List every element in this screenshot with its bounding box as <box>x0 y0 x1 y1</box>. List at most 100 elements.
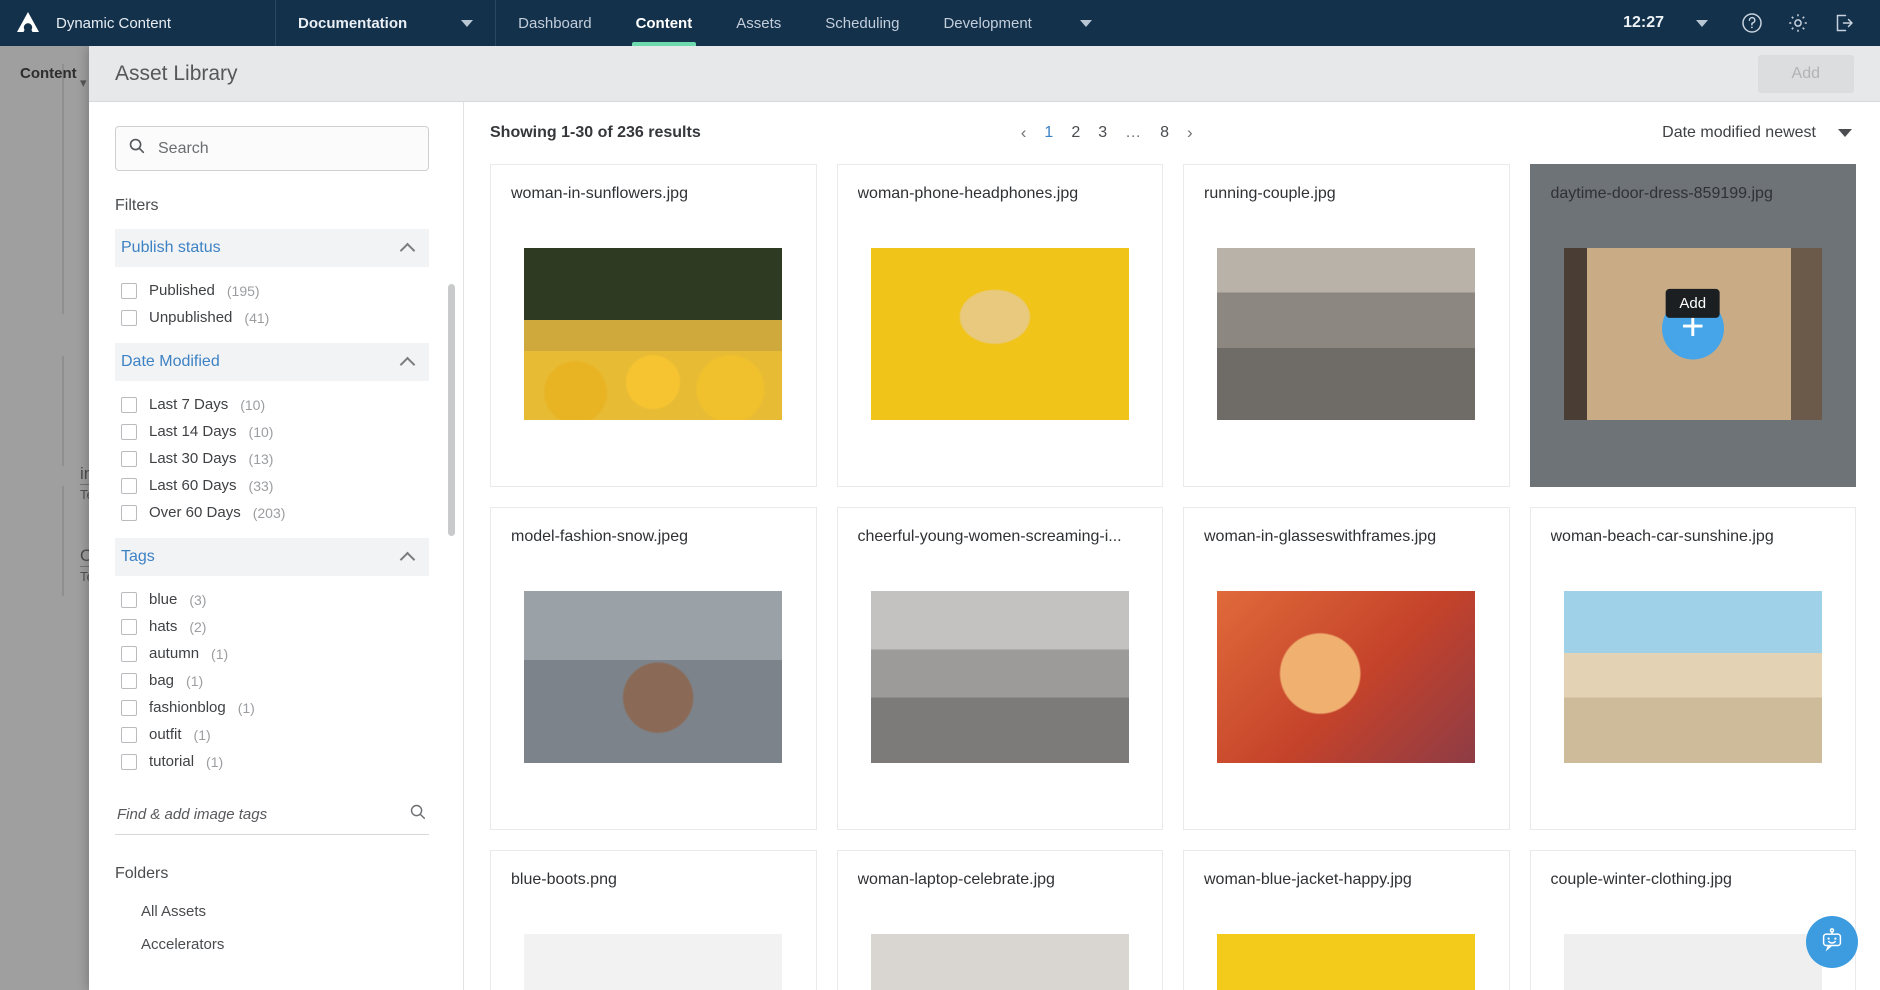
nav-item-dashboard[interactable]: Dashboard <box>496 0 613 46</box>
nav-item-documentation[interactable]: Documentation <box>276 0 495 46</box>
facet-tags-header[interactable]: Tags <box>115 538 429 576</box>
chevron-down-icon[interactable] <box>1696 19 1708 27</box>
facet-option-count: (1) <box>237 699 255 716</box>
sort-dropdown-value: Date modified newest <box>1662 124 1816 141</box>
facet-option-count: (10) <box>240 396 266 413</box>
checkbox[interactable] <box>121 396 137 413</box>
checkbox[interactable] <box>121 477 137 494</box>
facet-option-label: Last 14 Days <box>149 423 237 440</box>
facet-option-unpublished[interactable]: Unpublished (41) <box>121 304 429 331</box>
facet-option-outfit[interactable]: outfit (1) <box>121 721 429 748</box>
asset-card[interactable]: woman-blue-jacket-happy.jpg <box>1183 850 1510 990</box>
facet-option-last-30-days[interactable]: Last 30 Days (13) <box>121 445 429 472</box>
asset-card[interactable]: woman-beach-car-sunshine.jpg <box>1529 507 1856 830</box>
sort-dropdown[interactable]: Date modified newest <box>1662 124 1852 142</box>
pagination: ‹ 1 2 3 … 8 › <box>1021 123 1193 143</box>
asset-grid-scroll[interactable]: woman-in-sunflowers.jpg woman-phone-head… <box>464 164 1880 990</box>
checkbox[interactable] <box>121 504 137 521</box>
chatbot-button[interactable] <box>1806 916 1858 968</box>
help-circle-icon[interactable] <box>1740 11 1764 35</box>
facet-publish-status-header[interactable]: Publish status <box>115 229 429 267</box>
asset-thumbnail <box>870 933 1129 990</box>
checkbox[interactable] <box>121 591 137 608</box>
checkbox[interactable] <box>121 309 137 326</box>
logout-icon[interactable] <box>1832 11 1856 35</box>
asset-card[interactable]: woman-laptop-celebrate.jpg <box>836 850 1163 990</box>
facet-option-hats[interactable]: hats (2) <box>121 613 429 640</box>
chevron-down-icon <box>461 19 474 27</box>
checkbox[interactable] <box>121 282 137 299</box>
checkbox[interactable] <box>121 699 137 716</box>
brand-name: Dynamic Content <box>56 14 172 32</box>
tag-search-input[interactable] <box>117 806 409 823</box>
folders-label: Folders <box>115 865 169 882</box>
facet-option-published[interactable]: Published (195) <box>121 277 429 304</box>
add-button[interactable]: Add <box>1757 54 1854 93</box>
asset-card-title: blue-boots.png <box>511 871 617 888</box>
facet-option-tutorial[interactable]: tutorial (1) <box>121 748 429 775</box>
page-2-button[interactable]: 2 <box>1071 124 1080 142</box>
chevron-right-icon[interactable]: › <box>1187 123 1193 143</box>
asset-card-title: running-couple.jpg <box>1204 185 1336 202</box>
clock: 12:27 <box>1623 14 1664 31</box>
nav-item-scheduling[interactable]: Scheduling <box>803 0 921 46</box>
app-root: ▾ ima image Text to s Overla Text to <box>0 0 1880 990</box>
tag-search-box[interactable] <box>115 797 429 835</box>
facet-date-modified-header[interactable]: Date Modified <box>115 343 429 381</box>
facet-option-over-60-days[interactable]: Over 60 Days (203) <box>121 499 429 526</box>
brand[interactable]: Dynamic Content <box>0 0 276 46</box>
asset-card-hovered[interactable]: daytime-door-dress-859199.jpg Add + <box>1529 164 1856 487</box>
facet-option-label: Over 60 Days <box>149 504 241 521</box>
asset-card-title: couple-winter-clothing.jpg <box>1550 871 1732 888</box>
chevron-left-icon[interactable]: ‹ <box>1021 123 1027 143</box>
checkbox[interactable] <box>121 450 137 467</box>
folder-item-all-assets[interactable]: All Assets <box>115 895 429 928</box>
chevron-down-icon <box>1079 19 1092 27</box>
facet-option-bag[interactable]: bag (1) <box>121 667 429 694</box>
facet-option-last-60-days[interactable]: Last 60 Days (33) <box>121 472 429 499</box>
search-icon[interactable] <box>409 803 427 826</box>
asset-card[interactable]: running-couple.jpg <box>1183 164 1510 487</box>
nav-item-development[interactable]: Development <box>921 0 1113 46</box>
asset-card[interactable]: woman-in-glasseswithframes.jpg <box>1183 507 1510 830</box>
sidebar-scrollbar[interactable] <box>448 284 455 536</box>
asset-thumbnail <box>524 247 783 420</box>
facet-option-count: (13) <box>248 450 274 467</box>
search-input[interactable] <box>158 139 416 158</box>
asset-card[interactable]: woman-phone-headphones.jpg <box>836 164 1163 487</box>
facet-option-label: bag <box>149 672 175 689</box>
facet-option-autumn[interactable]: autumn (1) <box>121 640 429 667</box>
results-toolbar: Showing 1-30 of 236 results ‹ 1 2 3 … 8 … <box>464 102 1880 164</box>
page-8-button[interactable]: 8 <box>1160 124 1169 142</box>
page-3-button[interactable]: 3 <box>1098 124 1107 142</box>
checkbox[interactable] <box>121 618 137 635</box>
asset-card-title: woman-phone-headphones.jpg <box>857 185 1079 202</box>
asset-card[interactable]: model-fashion-snow.jpeg <box>490 507 817 830</box>
asset-card[interactable]: blue-boots.png <box>490 850 817 990</box>
checkbox[interactable] <box>121 726 137 743</box>
checkbox[interactable] <box>121 672 137 689</box>
checkbox[interactable] <box>121 753 137 770</box>
search-box[interactable] <box>115 126 429 171</box>
facet-option-count: (41) <box>244 309 270 326</box>
nav-item-assets[interactable]: Assets <box>714 0 803 46</box>
facet-option-label: outfit <box>149 726 182 743</box>
asset-card-title: woman-in-sunflowers.jpg <box>511 185 688 202</box>
facet-option-last-7-days[interactable]: Last 7 Days (10) <box>121 391 429 418</box>
asset-card[interactable]: cheerful-young-women-screaming-i... <box>836 507 1163 830</box>
facet-option-blue[interactable]: blue (3) <box>121 586 429 613</box>
asset-card-title: model-fashion-snow.jpeg <box>511 528 688 545</box>
asset-card[interactable]: couple-winter-clothing.jpg <box>1529 850 1856 990</box>
amplience-logo-icon <box>14 9 42 37</box>
facet-option-last-14-days[interactable]: Last 14 Days (10) <box>121 418 429 445</box>
page-1-button[interactable]: 1 <box>1044 124 1053 142</box>
filters-label: Filters <box>115 197 159 214</box>
checkbox[interactable] <box>121 423 137 440</box>
nav-item-content[interactable]: Content <box>614 0 715 46</box>
modal-header: Asset Library Add <box>89 46 1880 102</box>
checkbox[interactable] <box>121 645 137 662</box>
asset-card[interactable]: woman-in-sunflowers.jpg <box>490 164 817 487</box>
folder-item-accelerators[interactable]: Accelerators <box>115 928 429 961</box>
gear-icon[interactable] <box>1786 11 1810 35</box>
facet-option-fashionblog[interactable]: fashionblog (1) <box>121 694 429 721</box>
